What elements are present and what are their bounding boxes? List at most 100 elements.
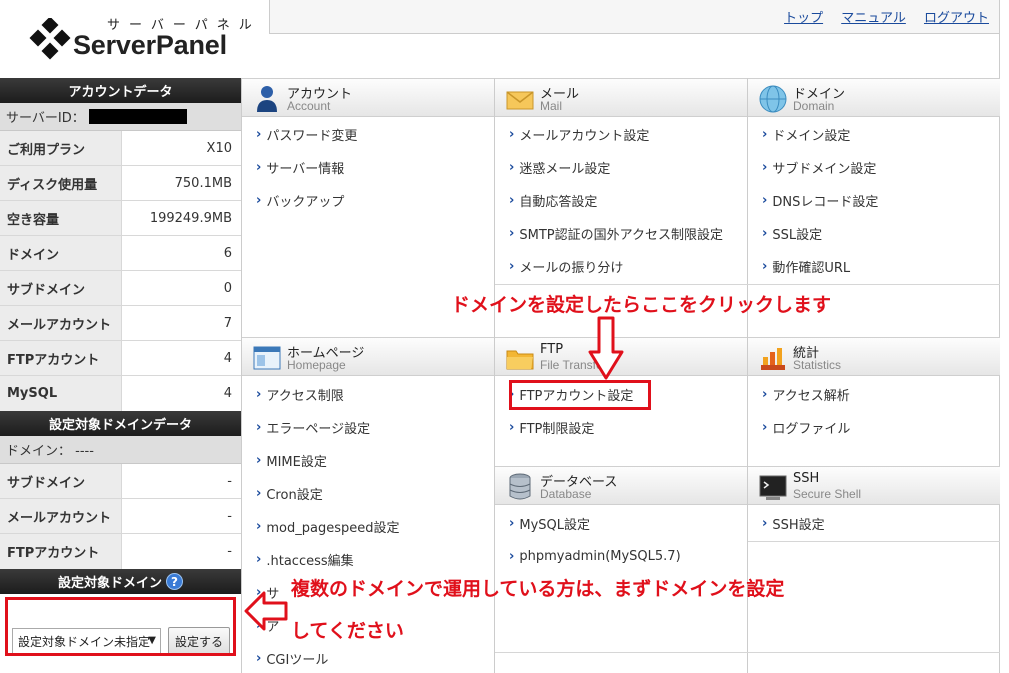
account-row: ドメイン 6	[0, 236, 241, 271]
menu-password-change[interactable]: パスワード変更	[242, 118, 357, 151]
server-id-row: サーバーID：	[0, 103, 241, 131]
menu-log-file[interactable]: ログファイル	[748, 411, 850, 444]
target-domain-label: ドメイン： ----	[0, 436, 241, 464]
section-header-stats: 統計 Statistics	[748, 337, 1000, 376]
menu-mysql-settings[interactable]: MySQL設定	[495, 507, 590, 540]
top-link[interactable]: トップ	[784, 11, 823, 26]
section-header-mail: メール Mail	[495, 78, 747, 117]
menu-mime[interactable]: MIME設定	[242, 444, 326, 477]
row-value: 199249.9MB	[149, 210, 232, 226]
row-label: FTPアカウント	[0, 341, 122, 375]
menu-backup[interactable]: バックアップ	[242, 184, 344, 217]
logout-link[interactable]: ログアウト	[924, 11, 989, 26]
manual-link[interactable]: マニュアル	[841, 11, 906, 26]
row-value: 6	[223, 245, 232, 261]
annotation-box-domain-select	[5, 597, 236, 656]
menu-access-restriction[interactable]: アクセス制限	[242, 378, 343, 411]
menu-dns-record[interactable]: DNSレコード設定	[748, 184, 878, 217]
account-data-title: アカウントデータ	[0, 78, 241, 103]
section-subtitle: Homepage	[287, 358, 346, 372]
row-label: メールアカウント	[0, 499, 122, 533]
serverpanel-logo[interactable]: サーバーパネル ServerPanel	[27, 10, 257, 66]
sidebar: アカウントデータ サーバーID： ご利用プラン X10 ディスク使用量 750.1M…	[0, 78, 241, 667]
row-label: FTPアカウント	[0, 534, 122, 569]
mail-envelope-icon	[506, 91, 534, 110]
ftp-folder-icon	[506, 350, 534, 370]
row-value: 4	[223, 350, 232, 366]
row-value: 750.1MB	[174, 175, 232, 191]
menu-server-info[interactable]: サーバー情報	[242, 151, 344, 184]
target-domain-title-bar: 設定対象ドメイン ?	[0, 569, 241, 594]
database-cylinder-icon	[509, 473, 531, 500]
annotation-click-here: ドメインを設定したらここをクリックします	[451, 294, 832, 316]
row-label: サブドメイン	[0, 271, 122, 305]
stats-chart-icon	[761, 348, 785, 370]
account-row: ディスク使用量 750.1MB	[0, 166, 241, 201]
section-header-domain: ドメイン Domain	[748, 78, 1000, 117]
account-row: サブドメイン 0	[0, 271, 241, 306]
row-label: MySQL	[0, 376, 122, 411]
account-person-icon	[257, 86, 277, 112]
section-title: SSH	[793, 471, 820, 486]
row-divider	[495, 652, 1000, 653]
target-row: メールアカウント -	[0, 499, 241, 534]
section-header-homepage: ホームページ Homepage	[242, 337, 494, 376]
section-subtitle: Secure Shell	[793, 487, 862, 501]
help-icon[interactable]: ?	[166, 573, 183, 590]
section-header-database: データベース Database	[495, 466, 747, 505]
section-subtitle: Mail	[540, 99, 563, 113]
row-label: ご利用プラン	[0, 131, 122, 165]
annotation-left-arrow-icon	[244, 591, 288, 631]
domain-globe-icon	[759, 85, 787, 113]
menu-mail-account[interactable]: メールアカウント設定	[495, 118, 649, 151]
menu-error-page[interactable]: エラーページ設定	[242, 411, 370, 444]
menu-domain-settings[interactable]: ドメイン設定	[748, 118, 850, 151]
row-divider	[495, 284, 1000, 285]
section-title: FTP	[540, 342, 564, 357]
account-row: メールアカウント 7	[0, 306, 241, 341]
menu-cgi-tools[interactable]: CGIツール	[242, 642, 328, 673]
annotation-down-arrow-icon	[588, 316, 624, 380]
row-label: ディスク使用量	[0, 166, 122, 200]
menu-access-analysis[interactable]: アクセス解析	[748, 378, 849, 411]
menu-mail-filter[interactable]: メールの振り分け	[495, 250, 623, 283]
top-links: トップ マニュアル ログアウト	[770, 7, 989, 26]
menu-test-url[interactable]: 動作確認URL	[748, 250, 850, 283]
menu-ssh-settings[interactable]: SSH設定	[748, 507, 824, 540]
target-row: FTPアカウント -	[0, 534, 241, 569]
row-value: 0	[223, 280, 232, 296]
menu-ftp-restriction[interactable]: FTP制限設定	[495, 411, 594, 444]
server-id-redacted	[88, 109, 187, 124]
homepage-window-icon	[253, 346, 281, 370]
menu-spam-settings[interactable]: 迷惑メール設定	[495, 151, 610, 184]
menu-phpmyadmin[interactable]: phpmyadmin(MySQL5.7)	[495, 540, 680, 573]
account-row: FTPアカウント 4	[0, 341, 241, 376]
server-id-label: サーバーID：	[6, 111, 85, 126]
row-value: -	[227, 473, 232, 489]
row-label: サブドメイン	[0, 464, 122, 498]
annotation-multi-domain-line1: 複数のドメインで運用している方は、まずドメインを設定	[291, 578, 785, 600]
menu-mod-pagespeed[interactable]: mod_pagespeed設定	[242, 510, 399, 543]
menu-cron[interactable]: Cron設定	[242, 477, 322, 510]
menu-ssl-settings[interactable]: SSL設定	[748, 217, 822, 250]
annotation-box-ftp-account	[509, 380, 651, 410]
account-row: 空き容量 199249.9MB	[0, 201, 241, 236]
menu-subdomain-settings[interactable]: サブドメイン設定	[748, 151, 876, 184]
account-data-rows: ご利用プラン X10 ディスク使用量 750.1MB 空き容量 199249.9MB …	[0, 131, 241, 411]
account-row: MySQL 4	[0, 376, 241, 411]
account-row: ご利用プラン X10	[0, 131, 241, 166]
top-bar: トップ マニュアル ログアウト	[269, 0, 1000, 34]
target-domain-title: 設定対象ドメイン	[57, 576, 162, 591]
menu-auto-reply[interactable]: 自動応答設定	[495, 184, 597, 217]
ssh-terminal-icon	[759, 475, 787, 500]
row-label: ドメイン	[0, 236, 122, 270]
section-subtitle: Account	[287, 99, 331, 113]
section-header-ssh: SSH Secure Shell	[748, 466, 1000, 505]
menu-smtp-restriction[interactable]: SMTP認証の国外アクセス制限設定	[495, 217, 723, 250]
row-label: 空き容量	[0, 201, 122, 235]
section-subtitle: Domain	[793, 99, 835, 113]
row-value: -	[227, 544, 232, 559]
menu-htaccess[interactable]: .htaccess編集	[242, 543, 353, 576]
row-label: メールアカウント	[0, 306, 122, 340]
target-row: サブドメイン -	[0, 464, 241, 499]
